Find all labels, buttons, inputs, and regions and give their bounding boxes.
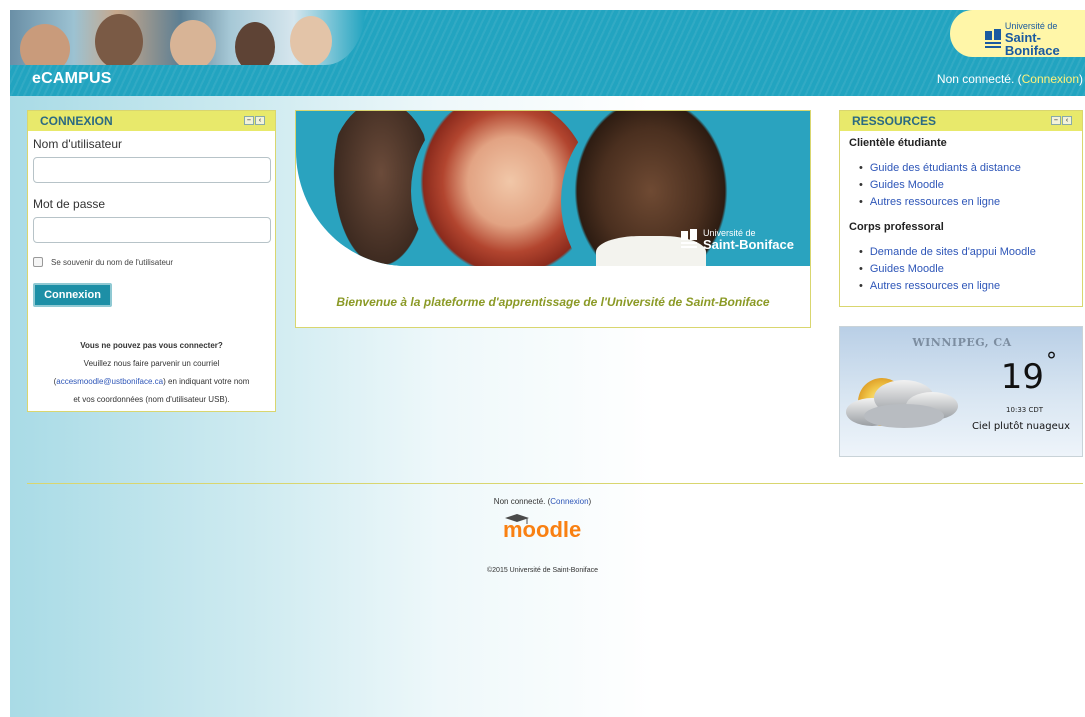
header-bar bbox=[10, 65, 1085, 96]
help-line2: (accesmoodle@ustboniface.ca) en indiquan… bbox=[33, 373, 270, 391]
login-status-prefix: Non connecté. ( bbox=[936, 72, 1022, 86]
weather-widget[interactable]: WINNIPEG, CA 19 ° 10:33 CDT Ciel plutôt … bbox=[839, 326, 1083, 457]
login-block-title: CONNEXION bbox=[40, 114, 113, 128]
faculty-links: Demande de sites d'appui Moodle Guides M… bbox=[859, 244, 1082, 295]
help-line2-rest: ) en indiquant votre nom bbox=[163, 377, 250, 386]
help-question: Vous ne pouvez pas vous connecter? bbox=[80, 341, 223, 350]
university-logo-icon bbox=[985, 28, 1001, 51]
footer-divider bbox=[27, 483, 1083, 484]
password-input[interactable] bbox=[33, 217, 271, 243]
resources-block-header: RESSOURCES – ‹ bbox=[840, 111, 1082, 131]
link-other-resources-faculty[interactable]: Autres ressources en ligne bbox=[859, 278, 1082, 295]
login-help: Vous ne pouvez pas vous connecter? Veuil… bbox=[33, 337, 270, 409]
weather-degree-symbol: ° bbox=[1046, 349, 1057, 374]
university-logo[interactable]: Université de Saint-Boniface bbox=[985, 22, 1085, 57]
remember-username-checkbox[interactable] bbox=[33, 257, 43, 267]
header-logo-box: Université de Saint-Boniface bbox=[950, 10, 1085, 57]
welcome-message: Bienvenue à la plateforme d'apprentissag… bbox=[336, 295, 770, 309]
student-links: Guide des étudiants à distance Guides Mo… bbox=[859, 160, 1082, 211]
weather-temperature: 19 bbox=[1000, 357, 1044, 397]
help-line1: Veuillez nous faire parvenir un courriel bbox=[83, 359, 220, 368]
link-other-resources-students[interactable]: Autres ressources en ligne bbox=[859, 194, 1082, 211]
moodle-logo[interactable]: moodle bbox=[497, 512, 597, 540]
password-label: Mot de passe bbox=[33, 197, 106, 211]
resources-block-title: RESSOURCES bbox=[852, 114, 937, 128]
footer-status-suffix: ) bbox=[588, 497, 592, 506]
dock-icon[interactable]: ‹ bbox=[255, 116, 265, 125]
username-label: Nom d'utilisateur bbox=[33, 137, 122, 151]
login-block-header: CONNEXION – ‹ bbox=[28, 111, 275, 131]
resources-section-students: Clientèle étudiante bbox=[849, 137, 947, 149]
page: eCAMPUS Non connecté. (Connexion) Univer… bbox=[10, 10, 1085, 717]
remember-username-label[interactable]: Se souvenir du nom de l'utilisateur bbox=[51, 258, 173, 267]
link-moodle-guides-faculty[interactable]: Guides Moodle bbox=[859, 261, 1082, 278]
login-block: CONNEXION – ‹ Nom d'utilisateur Mot de p… bbox=[27, 110, 276, 412]
link-moodle-site-request[interactable]: Demande de sites d'appui Moodle bbox=[859, 244, 1082, 261]
footer-login-status: Non connecté. (Connexion) bbox=[0, 497, 1085, 506]
dock-icon[interactable]: ‹ bbox=[1062, 116, 1072, 125]
weather-city: WINNIPEG, CA bbox=[912, 336, 1012, 349]
resources-section-faculty: Corps professoral bbox=[849, 221, 944, 233]
weather-condition: Ciel plutôt nuageux bbox=[971, 421, 1070, 432]
welcome-box: Université de Saint-Boniface Bienvenue à… bbox=[295, 110, 811, 328]
hero-logo-icon bbox=[680, 229, 699, 251]
help-email-link[interactable]: accesmoodle@ustboniface.ca bbox=[56, 377, 163, 386]
header-login-link[interactable]: Connexion bbox=[1022, 72, 1079, 86]
footer-status-prefix: Non connecté. ( bbox=[493, 497, 551, 506]
weather-time: 10:33 CDT bbox=[1006, 406, 1043, 414]
hero-logo-line2: Saint-Boniface bbox=[702, 237, 794, 252]
collapse-icon[interactable]: – bbox=[244, 116, 254, 125]
login-button[interactable]: Connexion bbox=[33, 283, 112, 307]
help-line3: et vos coordonnées (nom d'utilisateur US… bbox=[73, 395, 230, 404]
resources-block: RESSOURCES – ‹ Clientèle étudiante Guide… bbox=[839, 110, 1083, 307]
link-distance-students-guide[interactable]: Guide des étudiants à distance bbox=[859, 160, 1082, 177]
hero-image: Université de Saint-Boniface bbox=[296, 111, 810, 266]
link-moodle-guides-students[interactable]: Guides Moodle bbox=[859, 177, 1082, 194]
collapse-icon[interactable]: – bbox=[1051, 116, 1061, 125]
copyright: ©2015 Université de Saint-Boniface bbox=[487, 567, 598, 574]
hero-university-logo: Université de Saint-Boniface bbox=[680, 229, 794, 252]
footer-login-link[interactable]: Connexion bbox=[550, 497, 588, 506]
remember-username-row: Se souvenir du nom de l'utilisateur bbox=[33, 257, 270, 267]
header-login-status: Non connecté. (Connexion) bbox=[937, 72, 1083, 86]
header-banner-photo bbox=[10, 10, 365, 65]
site-title[interactable]: eCAMPUS bbox=[32, 70, 112, 88]
username-input[interactable] bbox=[33, 157, 271, 183]
login-status-suffix: ) bbox=[1079, 72, 1083, 86]
partly-cloudy-icon bbox=[846, 378, 958, 428]
moodle-logo-text: moodle bbox=[503, 517, 581, 540]
logo-line2: Saint-Boniface bbox=[1004, 30, 1060, 58]
